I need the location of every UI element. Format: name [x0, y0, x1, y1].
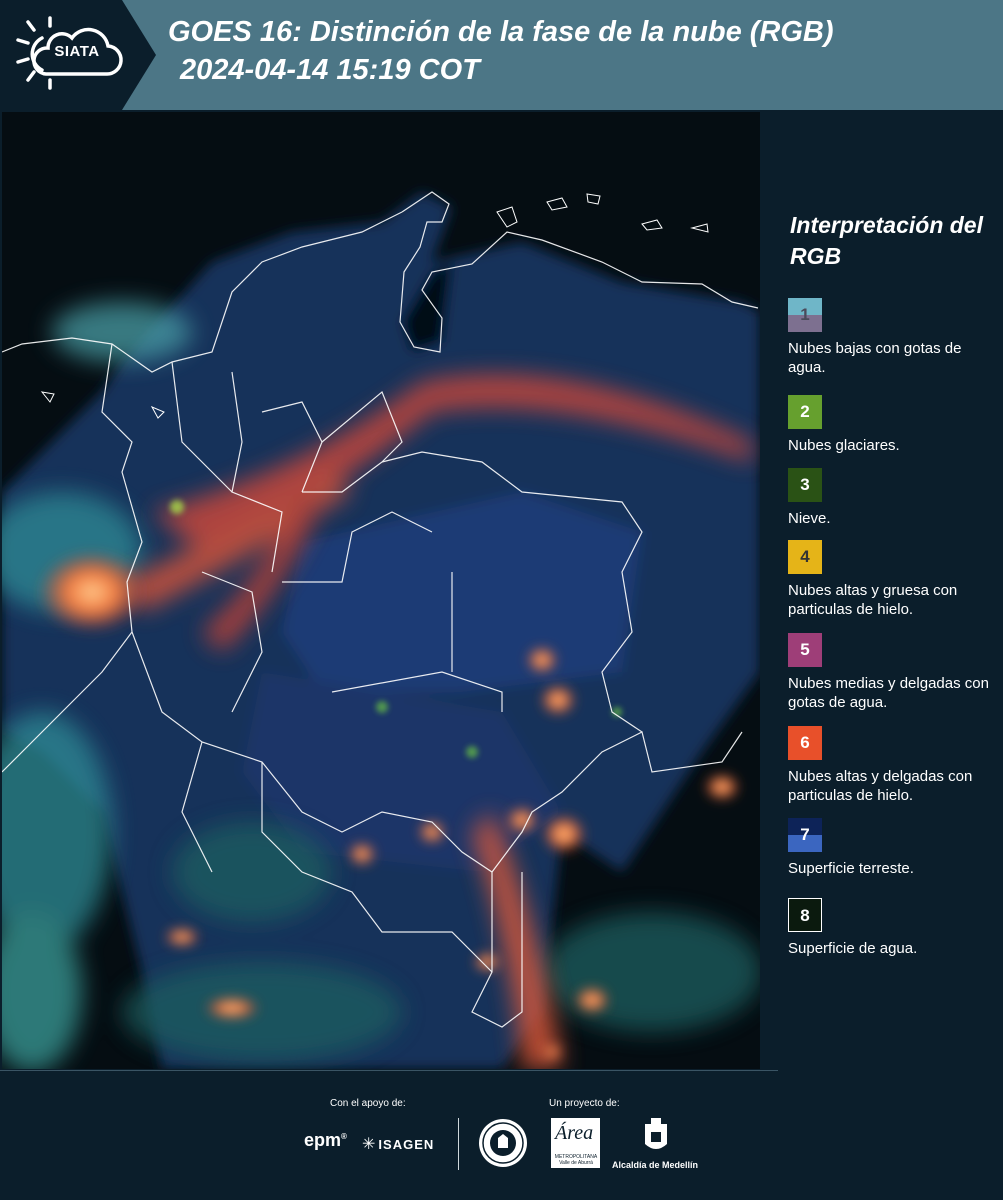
- footer-logo-divider: [458, 1118, 459, 1170]
- legend-item-5: 5 Nubes medias y delgadas con gotas de ag…: [788, 633, 998, 712]
- legend-swatch: 1: [788, 298, 822, 332]
- legend-description: Nubes altas y delgadas con particulas de…: [788, 768, 973, 804]
- legend-description: Nubes altas y gruesa con particulas de h…: [788, 582, 958, 618]
- legend-item-6: 6 Nubes altas y delgadas con particulas d…: [788, 726, 998, 805]
- area-logo-sub: METROPOLITANA Valle de Aburrá: [554, 1154, 598, 1166]
- footer-divider: [0, 1070, 778, 1071]
- legend-item-2: 2 Nubes glaciares.: [788, 395, 998, 455]
- logo-tab: SIATA: [0, 0, 156, 110]
- legend-description: Superficie terreste.: [788, 860, 914, 877]
- legend-swatch: 2: [788, 395, 822, 429]
- seal-icon: [479, 1119, 527, 1167]
- epm-logo: epm®: [304, 1130, 347, 1150]
- legend-description: Nubes bajas con gotas de agua.: [788, 340, 962, 376]
- coat-of-arms-icon: [645, 1118, 667, 1149]
- area-logo-word: Área: [555, 1122, 594, 1144]
- isagen-logo: ✳ ISAGEN: [362, 1134, 434, 1154]
- legend-description: Nubes medias y delgadas con gotas de agu…: [788, 675, 989, 711]
- legend-swatch: 7: [788, 818, 822, 852]
- legend-number: 6: [800, 733, 810, 752]
- page-timestamp: 2024-04-14 15:19 COT: [180, 54, 480, 86]
- legend-number: 5: [800, 640, 810, 659]
- support-label: Con el apoyo de:: [330, 1098, 406, 1109]
- legend-title: Interpretación del RGB: [790, 212, 983, 269]
- isagen-logo-text: ISAGEN: [378, 1137, 435, 1152]
- isagen-star-icon: ✳: [362, 1136, 377, 1153]
- legend-swatch: 6: [788, 726, 822, 760]
- legend-swatch: 3: [788, 468, 822, 502]
- legend-swatch: 8: [788, 898, 822, 932]
- legend-item-8: 8 Superficie de agua.: [788, 898, 998, 958]
- logo-text: SIATA: [54, 43, 100, 60]
- legend-number: 4: [800, 547, 810, 566]
- area-metropolitana-logo: Área METROPOLITANA Valle de Aburrá: [551, 1118, 600, 1168]
- legend-swatch: 4: [788, 540, 822, 574]
- legend: Interpretación del RGB: [776, 210, 998, 272]
- legend-item-1: 1 Nubes bajas con gotas de agua.: [788, 298, 998, 377]
- legend-item-4: 4 Nubes altas y gruesa con particulas de …: [788, 540, 998, 619]
- satellite-map: [2, 112, 760, 1069]
- legend-item-7: 7 Superficie terreste.: [788, 818, 998, 878]
- legend-description: Nieve.: [788, 510, 831, 527]
- legend-number: 3: [800, 475, 810, 494]
- alcaldia-logo-text: Alcaldía de Medellín: [612, 1160, 699, 1170]
- page-title: GOES 16: Distinción de la fase de la nub…: [168, 16, 834, 48]
- legend-number: 7: [800, 825, 810, 844]
- legend-number: 1: [800, 305, 810, 324]
- satellite-image: [2, 112, 760, 1069]
- legend-number: 8: [800, 906, 810, 925]
- legend-description: Nubes glaciares.: [788, 437, 900, 454]
- legend-description: Superficie de agua.: [788, 940, 918, 957]
- legend-item-3: 3 Nieve.: [788, 468, 998, 528]
- legend-number: 2: [800, 402, 810, 421]
- epm-logo-text: epm: [304, 1130, 342, 1150]
- legend-swatch: 5: [788, 633, 822, 667]
- project-label: Un proyecto de:: [549, 1098, 620, 1109]
- header-banner: SIATA GOES 16: Distinción de la fase de …: [0, 0, 1003, 110]
